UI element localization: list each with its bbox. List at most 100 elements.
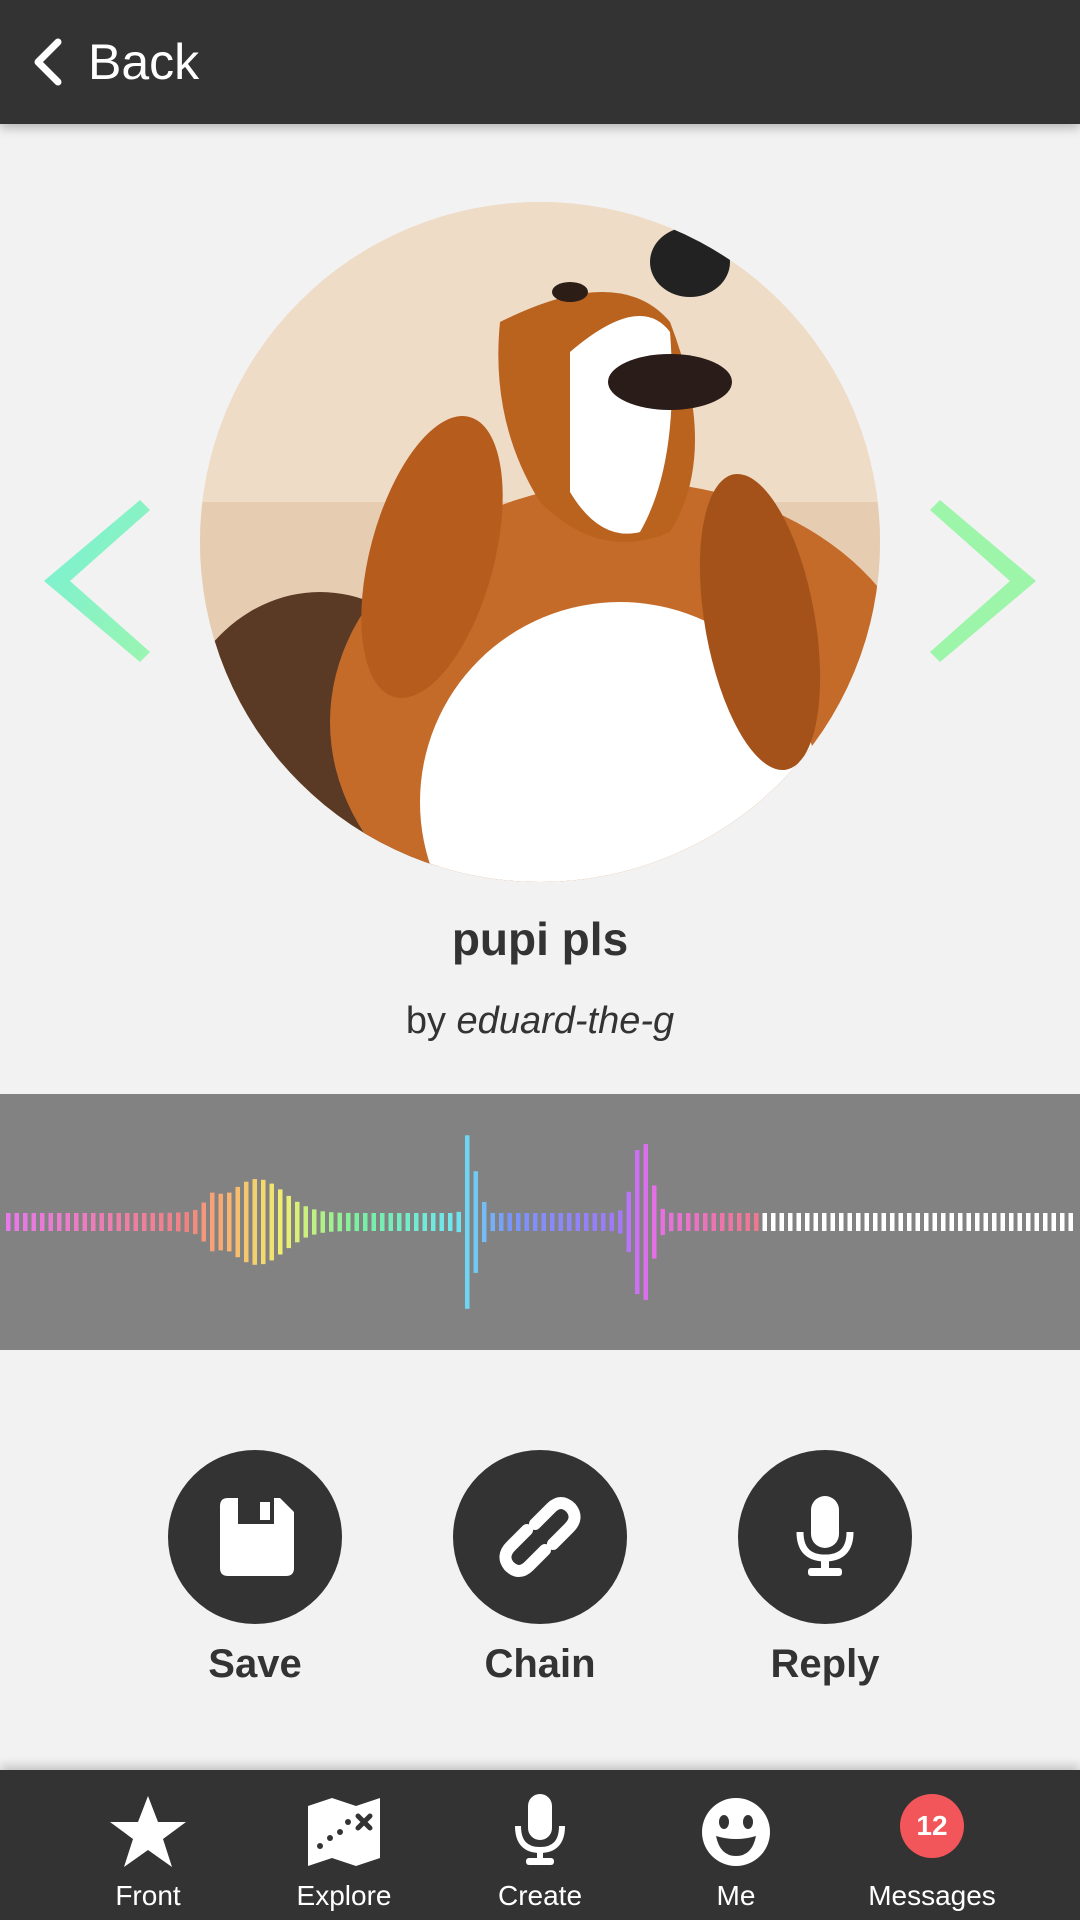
chain-button[interactable]: Chain xyxy=(420,1450,660,1687)
waveform-bar xyxy=(201,1202,206,1242)
waveform-bar xyxy=(507,1213,512,1231)
waveform-bar xyxy=(354,1213,359,1232)
save-button[interactable]: Save xyxy=(135,1450,375,1687)
waveform-bar xyxy=(533,1213,538,1231)
nav-create[interactable]: Create xyxy=(440,1770,640,1920)
author-link[interactable]: eduard-the-g xyxy=(457,1000,675,1042)
waveform-bar xyxy=(108,1213,113,1231)
waveform-bar xyxy=(669,1212,674,1232)
nav-messages-label: Messages xyxy=(868,1880,996,1911)
waveform-bar xyxy=(278,1189,283,1255)
back-button[interactable]: Back xyxy=(30,33,199,91)
waveform-bar xyxy=(728,1213,733,1231)
waveform-bar xyxy=(65,1213,70,1231)
waveform-bar xyxy=(388,1213,393,1231)
waveform-bar xyxy=(796,1213,801,1231)
waveform-bar xyxy=(337,1212,342,1232)
waveform-bar xyxy=(983,1213,988,1231)
waveform-bar xyxy=(482,1202,487,1243)
waveform-bar xyxy=(252,1179,257,1265)
waveform-bar xyxy=(941,1213,946,1231)
waveform-bar xyxy=(1043,1213,1048,1231)
waveform-bar xyxy=(873,1213,878,1231)
nav-front[interactable]: Front xyxy=(48,1770,248,1920)
waveform-bar xyxy=(422,1213,427,1231)
waveform-bar xyxy=(805,1213,810,1231)
back-label: Back xyxy=(88,34,200,90)
waveform-bar xyxy=(74,1213,79,1231)
waveform-bar xyxy=(856,1213,861,1231)
nav-messages[interactable]: 12 Messages xyxy=(832,1770,1032,1920)
link-icon xyxy=(499,1497,581,1577)
waveform-bar xyxy=(227,1192,232,1252)
waveform-bar xyxy=(890,1213,895,1231)
floppy-disk-icon xyxy=(220,1498,294,1576)
waveform-bar xyxy=(524,1213,529,1231)
waveform-bar xyxy=(550,1213,555,1231)
waveform-bar xyxy=(1017,1213,1022,1231)
waveform-bar xyxy=(584,1213,589,1231)
waveform-bar xyxy=(958,1213,963,1231)
waveform-bar xyxy=(1068,1213,1073,1231)
waveform-bar xyxy=(626,1191,631,1253)
waveform-bar xyxy=(966,1213,971,1231)
waveform-bar xyxy=(218,1193,223,1251)
waveform-bar xyxy=(405,1213,410,1231)
waveform-bar xyxy=(541,1213,546,1231)
bottom-navigation: Front Explore Create Me 12 Messages xyxy=(0,1770,1080,1920)
waveform-bar xyxy=(176,1212,181,1232)
waveform-bar xyxy=(346,1212,351,1232)
waveform-bar xyxy=(1026,1213,1031,1231)
smiley-face-icon xyxy=(702,1798,770,1866)
waveform-bar xyxy=(431,1213,436,1231)
waveform-bar xyxy=(779,1213,784,1231)
next-arrow[interactable] xyxy=(930,496,1040,666)
waveform-bar xyxy=(397,1213,402,1231)
waveform-bar xyxy=(516,1213,521,1231)
waveform-bar xyxy=(618,1210,623,1234)
waveform-bar xyxy=(99,1213,104,1231)
waveform-bar xyxy=(329,1212,334,1232)
waveform-bar xyxy=(847,1213,852,1231)
waveform-bar xyxy=(609,1212,614,1232)
waveform-bar xyxy=(881,1213,886,1231)
microphone-icon xyxy=(796,1496,854,1576)
waveform-bar xyxy=(235,1186,240,1258)
waveform-bar xyxy=(558,1213,563,1231)
waveform-bar xyxy=(1000,1213,1005,1231)
nav-explore[interactable]: Explore xyxy=(244,1770,444,1920)
audio-waveform[interactable] xyxy=(0,1094,1080,1350)
waveform-bar xyxy=(116,1213,121,1231)
microphone-icon xyxy=(515,1794,565,1865)
waveform-bar xyxy=(286,1195,291,1249)
waveform-bar xyxy=(1051,1213,1056,1231)
waveform-bar xyxy=(635,1150,640,1295)
waveform-bar xyxy=(694,1213,699,1231)
waveform-bar xyxy=(193,1210,198,1235)
track-title: pupi pls xyxy=(451,913,629,965)
reply-label: Reply xyxy=(770,1642,880,1686)
waveform-bar xyxy=(567,1213,572,1231)
waveform-bar xyxy=(822,1213,827,1231)
nav-explore-label: Explore xyxy=(296,1880,392,1911)
waveform-bar xyxy=(711,1213,716,1231)
reply-button[interactable]: Reply xyxy=(705,1450,945,1687)
waveform-bar xyxy=(652,1185,657,1259)
waveform-bar xyxy=(1034,1213,1039,1231)
waveform-bar xyxy=(303,1206,308,1238)
waveform-bar xyxy=(465,1135,470,1309)
nav-front-label: Front xyxy=(115,1880,181,1911)
waveform-bar xyxy=(932,1213,937,1231)
waveform-bar xyxy=(686,1213,691,1231)
waveform-bar xyxy=(992,1213,997,1231)
nav-me[interactable]: Me xyxy=(636,1770,836,1920)
waveform-bar xyxy=(720,1213,725,1231)
waveform-bar xyxy=(490,1212,495,1232)
waveform-bar xyxy=(949,1213,954,1231)
waveform-bar xyxy=(601,1213,606,1231)
save-label: Save xyxy=(208,1642,302,1686)
previous-arrow[interactable] xyxy=(40,496,150,666)
track-cover-image xyxy=(200,202,880,882)
treasure-map-icon xyxy=(308,1798,380,1866)
waveform-bar xyxy=(125,1213,130,1231)
